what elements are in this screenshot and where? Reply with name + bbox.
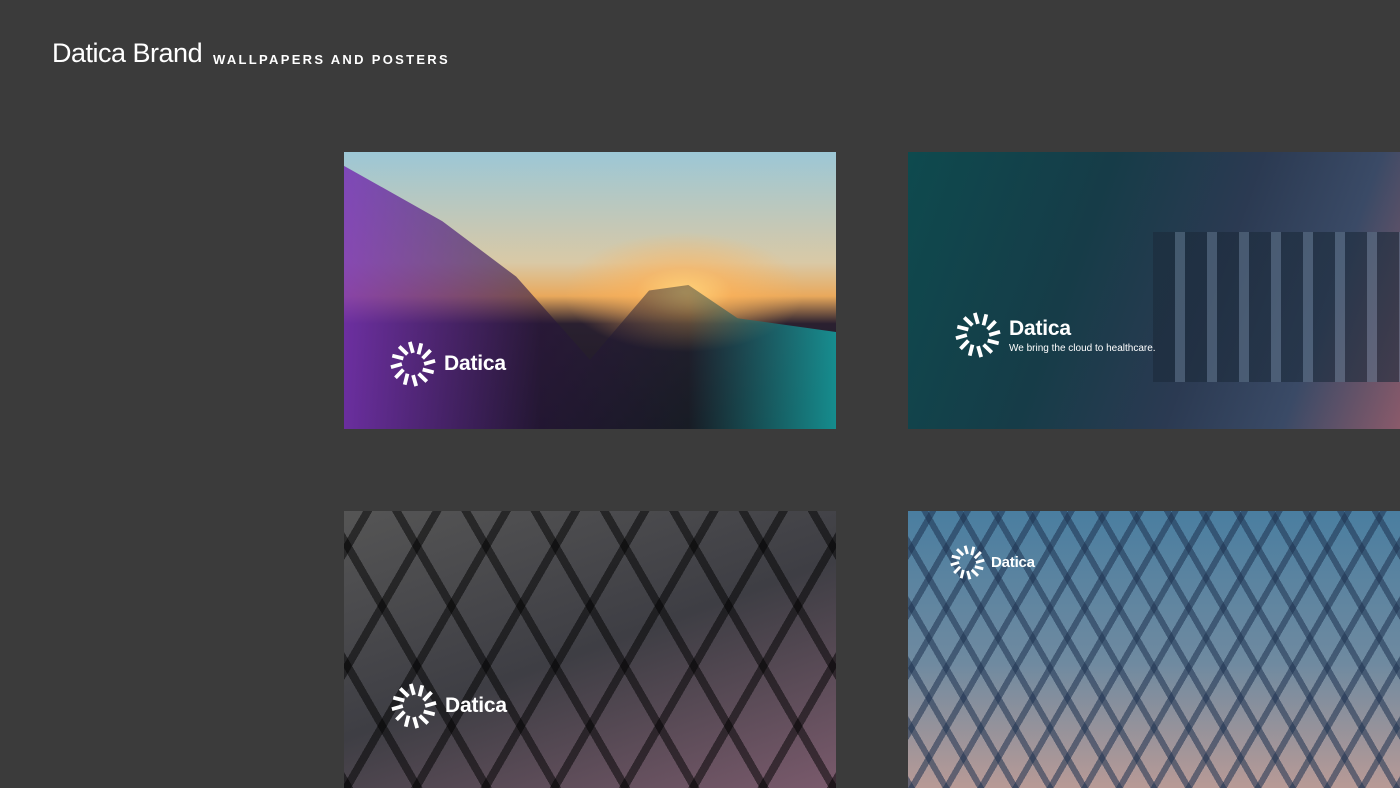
page-title: Datica Brand [52,38,203,68]
datica-swirl-icon [950,545,985,580]
datica-swirl-icon [390,341,436,387]
mountain-silhouette [344,165,836,429]
datica-logo: Datica [390,341,506,387]
datica-logo: Datica [950,545,1035,580]
wallpaper-card-mountain[interactable]: Datica [344,152,836,429]
page-subtitle: WALLPAPERS AND POSTERS [213,52,450,67]
tagline: We bring the cloud to healthcare. [1009,342,1156,354]
monitor-screens [1153,232,1400,382]
datica-swirl-icon [391,683,437,729]
datica-logo: Datica [391,683,507,729]
wallpaper-card-healthcare[interactable]: Datica We bring the cloud to healthcare. [908,152,1400,429]
datica-logo: Datica We bring the cloud to healthcare. [955,312,1156,358]
wallpaper-card-lattice[interactable]: Datica [344,511,836,788]
wallpaper-card-corridor[interactable]: Datica [908,511,1400,788]
datica-swirl-icon [955,312,1001,358]
